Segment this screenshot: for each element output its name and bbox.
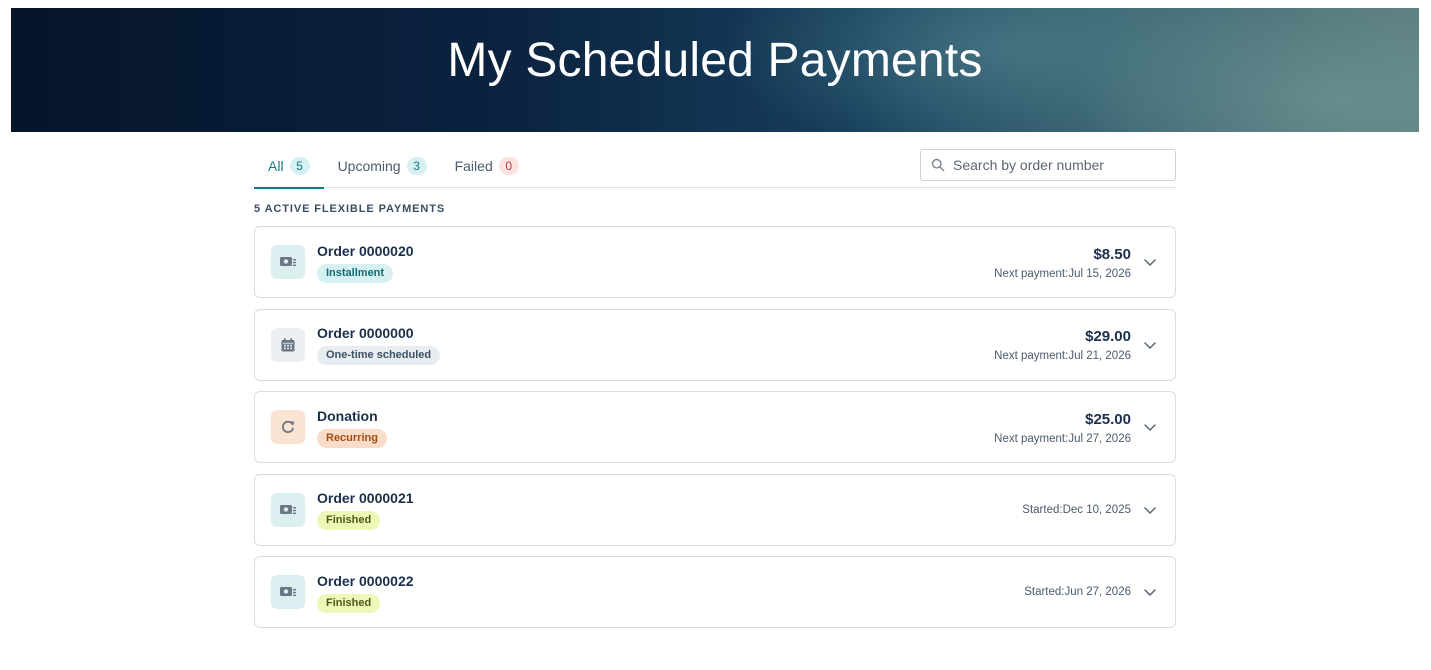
chevron-down-icon[interactable] [1143, 420, 1157, 434]
cash-icon [280, 257, 296, 266]
payment-amount: $25.00 [1085, 410, 1131, 428]
payment-summary: $25.00 Next payment:Jul 27, 2026 [994, 410, 1131, 445]
chevron-down-icon[interactable] [1143, 585, 1157, 599]
search-icon [931, 158, 945, 172]
payment-info: Donation Recurring [317, 407, 387, 448]
payment-card[interactable]: Order 0000000 One-time scheduled $29.00 … [254, 308, 1176, 381]
payment-status-badge: Finished [317, 593, 381, 613]
active-payments-count-label: 5 ACTIVE FLEXIBLE PAYMENTS [254, 203, 446, 215]
payment-type-icon-box [271, 410, 305, 444]
payment-title: Order 0000021 [317, 490, 414, 506]
payment-next-date: Next payment:Jul 15, 2026 [994, 268, 1131, 280]
payment-date-value: Jul 21, 2026 [1068, 350, 1131, 362]
cash-icon [280, 587, 296, 596]
payment-date-label: Next payment: [994, 432, 1069, 445]
tab-all-label: All [268, 158, 284, 174]
cash-icon [280, 504, 296, 514]
tab-failed-label: Failed [454, 158, 493, 174]
tab-failed[interactable]: Failed 0 [441, 145, 533, 187]
payments-container: All 5 Upcoming 3 Failed 0 5 ACTIVE FLEXI… [254, 145, 1176, 639]
payment-status-badge: Finished [317, 511, 381, 530]
payment-next-date: Next payment:Jul 21, 2026 [994, 350, 1131, 362]
payment-info: Order 0000000 One-time scheduled [317, 324, 441, 365]
chevron-down-icon[interactable] [1143, 338, 1157, 352]
payment-summary: $8.50 Next payment:Jul 15, 2026 [994, 245, 1131, 280]
payment-info: Order 0000022 Finished [317, 572, 414, 613]
payment-summary: Started:Dec 10, 2025 [1022, 504, 1131, 516]
page-title: My Scheduled Payments [447, 33, 983, 87]
payments-list: Order 0000020 Installment $8.50 Next pay… [254, 226, 1176, 628]
payment-date-label: Next payment: [994, 267, 1069, 280]
chevron-down-icon[interactable] [1143, 255, 1157, 269]
chevron-down-icon[interactable] [1143, 503, 1157, 517]
payment-summary: Started:Jun 27, 2026 [1024, 586, 1131, 598]
payment-amount: $29.00 [1085, 328, 1131, 345]
page-header-banner: My Scheduled Payments [11, 8, 1419, 132]
tab-upcoming[interactable]: Upcoming 3 [324, 145, 441, 187]
tab-all[interactable]: All 5 [254, 145, 324, 189]
payment-next-date: Next payment:Jul 27, 2026 [994, 433, 1131, 445]
tab-upcoming-count: 3 [406, 157, 427, 175]
payment-card[interactable]: Order 0000021 Finished Started:Dec 10, 2… [254, 473, 1176, 546]
payment-title: Donation [317, 407, 378, 424]
payment-card[interactable]: Order 0000020 Installment $8.50 Next pay… [254, 226, 1176, 298]
payment-date-value: Jul 15, 2026 [1068, 267, 1131, 280]
payment-date-label: Started: [1024, 586, 1065, 598]
calendar-icon [281, 337, 295, 351]
payment-type-badge: One-time scheduled [317, 346, 441, 365]
payment-card[interactable]: Donation Recurring $25.00 Next payment:J… [254, 391, 1176, 463]
payment-date-value: Jul 27, 2026 [1068, 432, 1131, 445]
tab-all-count: 5 [289, 157, 310, 175]
payment-start-date: Started:Jun 27, 2026 [1024, 586, 1131, 598]
payment-info: Order 0000020 Installment [317, 242, 414, 283]
payment-date-label: Next payment: [994, 350, 1069, 362]
payment-title: Order 0000000 [317, 325, 414, 341]
payment-date-value: Dec 10, 2025 [1062, 503, 1131, 516]
payment-card[interactable]: Order 0000022 Finished Started:Jun 27, 2… [254, 556, 1176, 628]
payment-type-badge: Installment [317, 263, 394, 283]
payment-type-icon-box [271, 492, 305, 527]
payment-date-label: Started: [1022, 503, 1063, 516]
payment-type-badge: Recurring [317, 428, 387, 448]
search-input[interactable] [953, 157, 1163, 173]
payment-type-icon-box [271, 245, 305, 279]
search-box[interactable] [920, 149, 1176, 181]
tab-upcoming-label: Upcoming [337, 158, 401, 174]
tabs-bar: All 5 Upcoming 3 Failed 0 [254, 145, 1176, 189]
payment-type-icon-box [271, 327, 305, 362]
payment-date-value: Jun 27, 2026 [1064, 586, 1131, 598]
recurring-arrow-icon [281, 420, 295, 433]
tab-failed-count: 0 [498, 157, 519, 175]
payment-title: Order 0000020 [317, 242, 414, 259]
payment-amount: $8.50 [1093, 245, 1131, 263]
payment-start-date: Started:Dec 10, 2025 [1022, 504, 1131, 516]
payment-summary: $29.00 Next payment:Jul 21, 2026 [994, 327, 1131, 362]
payment-type-icon-box [271, 575, 305, 609]
payment-title: Order 0000022 [317, 572, 414, 589]
payment-info: Order 0000021 Finished [317, 489, 414, 530]
